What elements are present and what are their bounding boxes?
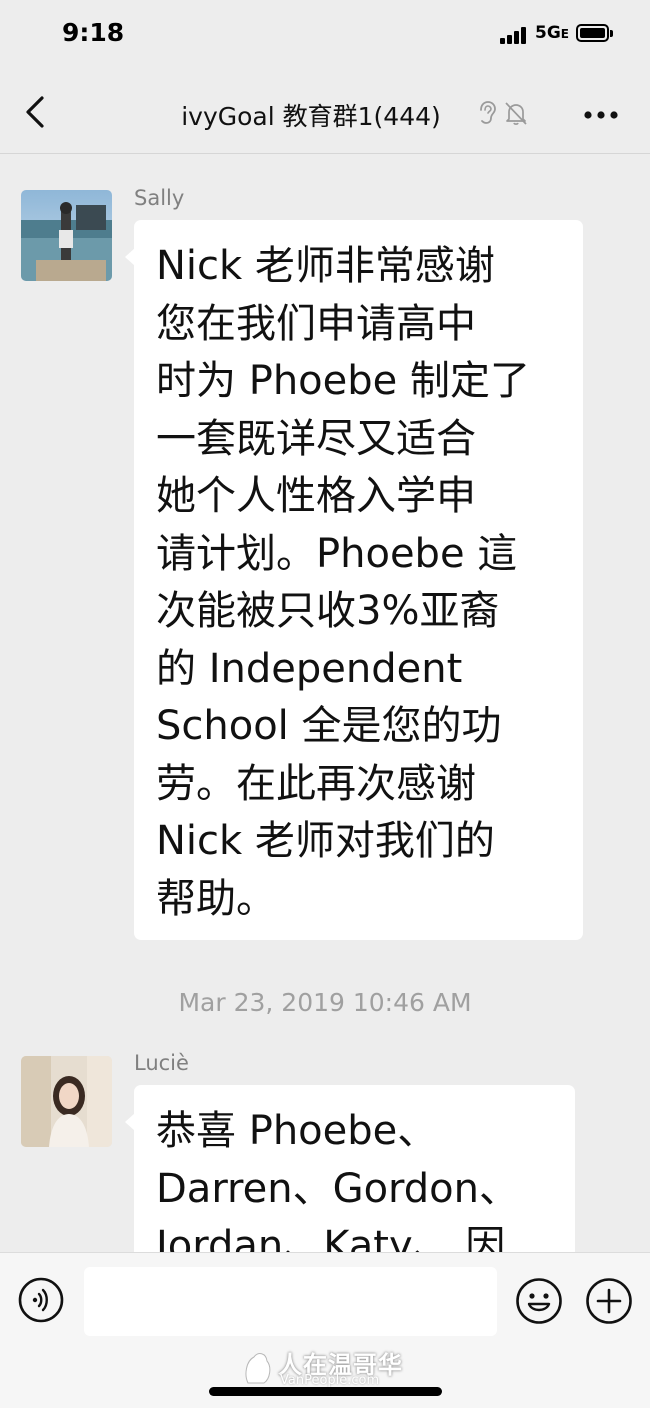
watermark: 人在温哥华 VanPeople.com <box>240 1345 410 1389</box>
status-time: 9:18 <box>62 18 125 47</box>
home-indicator <box>209 1387 442 1396</box>
emoji-icon <box>516 1278 562 1324</box>
more-button[interactable] <box>578 100 626 130</box>
message-list[interactable]: Sally Nick 老师非常感谢 您在我们申请高中 时为 Phoebe 制定了… <box>0 154 650 1252</box>
plus-icon <box>586 1278 632 1324</box>
network-suffix: E <box>560 27 569 41</box>
chat-header: ivyGoal 教育群1(444) <box>0 70 650 154</box>
watermark-logo-icon <box>245 1353 271 1384</box>
mute-bell-icon <box>505 102 527 125</box>
avatar-lucie[interactable] <box>21 1056 112 1147</box>
chat-title-text: ivyGoal 教育群1(444) <box>181 102 441 131</box>
message-bubble[interactable]: Nick 老师非常感谢 您在我们申请高中 时为 Phoebe 制定了 一套既详尽… <box>125 220 583 940</box>
ear-icon <box>480 101 496 124</box>
emoji-button[interactable] <box>515 1277 563 1325</box>
plus-button[interactable] <box>585 1277 633 1325</box>
message-timestamp: Mar 23, 2019 10:46 AM <box>178 988 472 1017</box>
battery-icon <box>576 24 613 42</box>
voice-icon <box>18 1277 64 1323</box>
network-type: 5G <box>535 23 561 43</box>
sender-name: Sally <box>134 186 185 210</box>
chat-title: ivyGoal 教育群1(444) <box>0 97 650 133</box>
avatar-lucie-image <box>21 1056 112 1147</box>
network-label: 5GE <box>535 23 569 43</box>
message-input[interactable] <box>84 1267 497 1336</box>
signal-icon <box>500 26 530 44</box>
avatar-sally-image <box>21 190 112 281</box>
avatar-sally[interactable] <box>21 190 112 281</box>
sender-name: Luciè <box>134 1051 189 1075</box>
input-bar: 人在温哥华 VanPeople.com <box>0 1252 650 1408</box>
message-bubble[interactable]: 恭喜 Phoebe、 Darren、Gordon、 Jordan、Katy、 因 <box>125 1085 575 1252</box>
status-bar: 9:18 5GE <box>0 0 650 70</box>
more-dots-icon <box>584 111 618 119</box>
voice-button[interactable] <box>18 1277 64 1323</box>
watermark-subtext: VanPeople.com <box>280 1373 380 1388</box>
